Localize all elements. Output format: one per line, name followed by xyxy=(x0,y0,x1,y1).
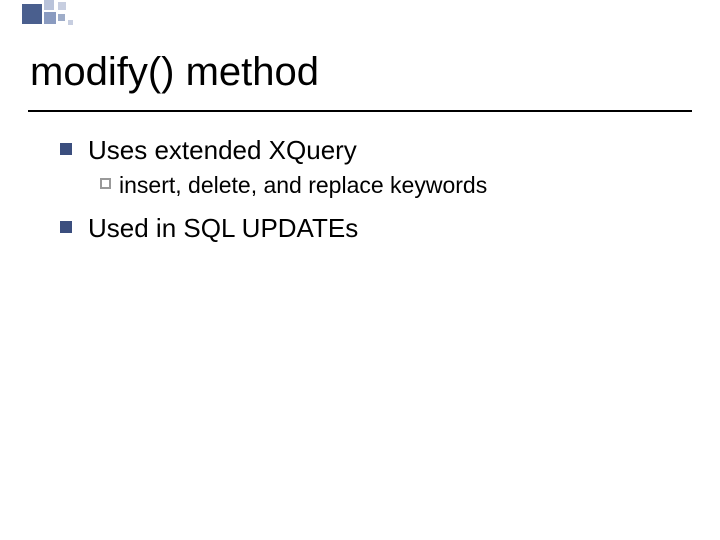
title-separator xyxy=(28,110,692,112)
list-item: insert, delete, and replace keywords xyxy=(100,172,680,199)
bullet-text: Used in SQL UPDATEs xyxy=(88,213,358,243)
list-item: Uses extended XQuery insert, delete, and… xyxy=(60,135,680,199)
bullet-filled-icon xyxy=(60,221,72,233)
bullet-hollow-icon xyxy=(100,178,111,189)
slide-title: modify() method xyxy=(30,50,319,95)
slide-body: Uses extended XQuery insert, delete, and… xyxy=(60,135,680,254)
list-item: Used in SQL UPDATEs xyxy=(60,213,680,244)
bullet-filled-icon xyxy=(60,143,72,155)
bullet-text: Uses extended XQuery xyxy=(88,135,357,165)
slide: modify() method Uses extended XQuery ins… xyxy=(0,0,720,540)
corner-decoration xyxy=(0,0,120,30)
bullet-text: insert, delete, and replace keywords xyxy=(119,172,487,198)
